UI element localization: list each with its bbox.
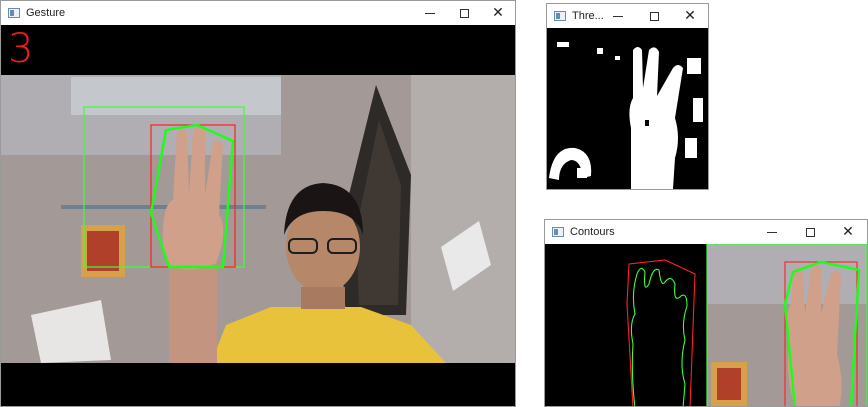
- gesture-window[interactable]: Gesture ✕ 3: [0, 0, 516, 407]
- close-button[interactable]: ✕: [829, 220, 867, 244]
- threshold-noise: [577, 168, 587, 178]
- gesture-canvas: 3: [1, 25, 515, 406]
- minimize-icon: [613, 15, 623, 17]
- bottom-black-band: [1, 363, 515, 406]
- maximize-icon: [649, 11, 659, 21]
- threshold-noise: [597, 48, 603, 54]
- contours-window-title: Contours: [570, 226, 615, 238]
- maximize-icon: [459, 8, 469, 18]
- contour-poster-figure: [717, 368, 741, 400]
- threshold-titlebar[interactable]: Thre... ✕: [547, 4, 708, 28]
- minimize-button[interactable]: [413, 1, 447, 25]
- threshold-canvas: [547, 28, 708, 189]
- threshold-binary-image: [547, 28, 708, 189]
- contours-titlebar[interactable]: Contours ✕: [545, 220, 867, 244]
- window-app-icon: [552, 227, 564, 237]
- close-icon: ✕: [842, 224, 854, 240]
- close-icon: ✕: [492, 5, 504, 21]
- right-wall: [411, 75, 515, 363]
- window-app-icon: [8, 8, 20, 18]
- contours-image: [545, 244, 867, 406]
- maximize-button[interactable]: [447, 1, 481, 25]
- close-icon: ✕: [684, 8, 696, 24]
- close-button[interactable]: ✕: [672, 4, 708, 28]
- gesture-video-frame: [1, 25, 515, 406]
- close-button[interactable]: ✕: [481, 1, 515, 25]
- top-black-band: [1, 25, 515, 75]
- minimize-icon: [767, 231, 777, 233]
- threshold-noise: [615, 56, 620, 60]
- window-app-icon: [554, 11, 566, 21]
- gesture-window-title: Gesture: [26, 7, 66, 19]
- gesture-count-label: 3: [8, 26, 34, 72]
- threshold-hole: [645, 120, 649, 126]
- poster-figure: [87, 231, 119, 271]
- window-frame: [71, 77, 281, 115]
- threshold-noise: [685, 138, 697, 158]
- threshold-noise: [557, 42, 569, 47]
- minimize-button[interactable]: [753, 220, 791, 244]
- threshold-background: [547, 28, 708, 189]
- contours-window[interactable]: Contours ✕: [544, 219, 868, 407]
- person-arm: [169, 255, 217, 363]
- threshold-window[interactable]: Thre... ✕: [546, 3, 709, 190]
- contour-hand: [786, 265, 842, 406]
- maximize-button[interactable]: [791, 220, 829, 244]
- contours-canvas: [545, 244, 867, 406]
- minimize-button[interactable]: [600, 4, 636, 28]
- maximize-icon: [805, 227, 815, 237]
- maximize-button[interactable]: [636, 4, 672, 28]
- minimize-icon: [425, 12, 435, 14]
- person-neck: [301, 287, 345, 309]
- threshold-noise: [687, 58, 701, 74]
- gesture-titlebar[interactable]: Gesture ✕: [1, 1, 515, 25]
- threshold-noise: [693, 98, 703, 122]
